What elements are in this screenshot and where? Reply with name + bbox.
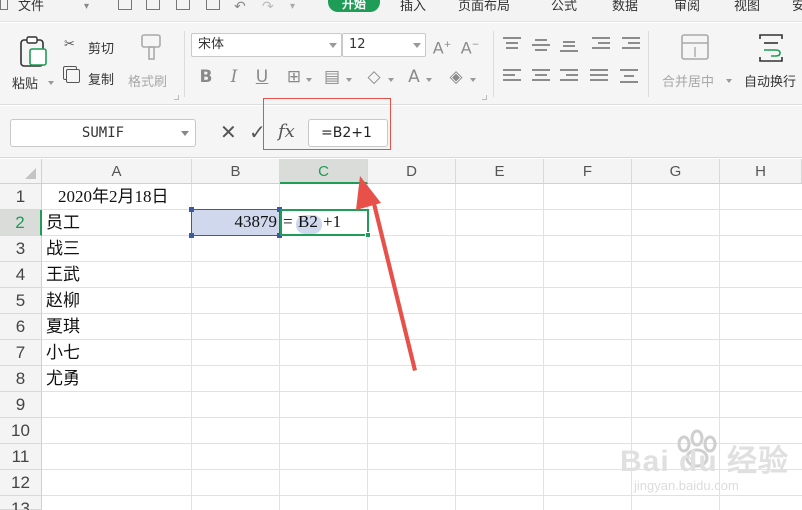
watermark: Bai du 经验 jingyan.baidu.com <box>612 424 802 510</box>
watermark-brand: Bai du 经验 <box>620 445 790 478</box>
arrow-shaft <box>370 195 417 371</box>
arrow-head <box>356 176 381 210</box>
watermark-url: jingyan.baidu.com <box>634 478 739 493</box>
